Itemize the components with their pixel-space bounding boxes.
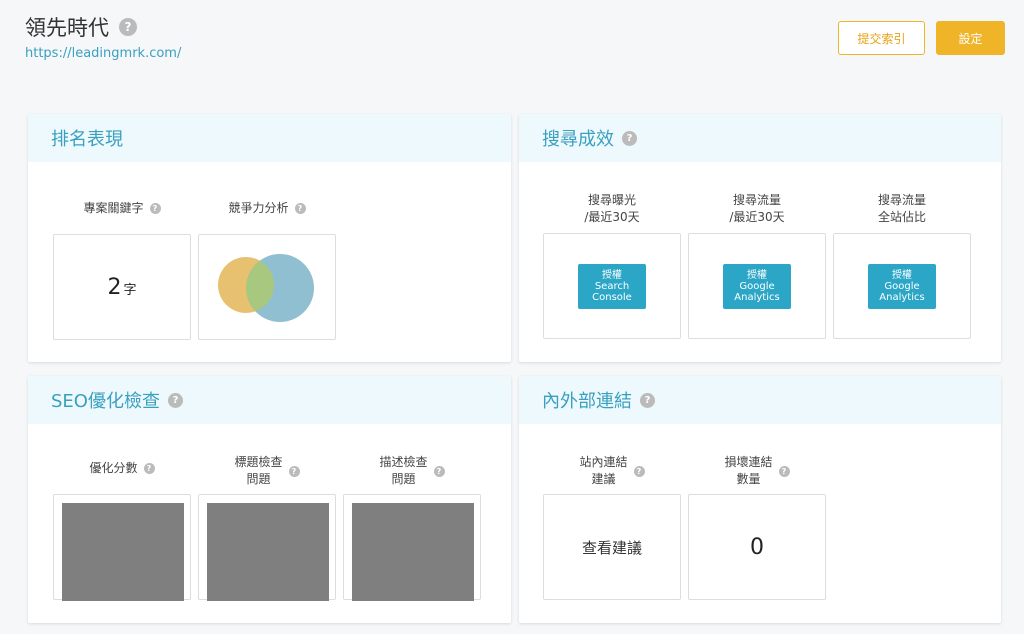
button-line: Search [594, 280, 630, 292]
seo-card: SEO優化檢查 ? 優化分數 ? 標題檢查問題 ? 描述檢查問題 ? [28, 376, 511, 623]
label-line: 搜尋流量 [877, 193, 926, 207]
help-icon[interactable]: ? [149, 203, 161, 214]
seo-card-header: SEO優化檢查 ? [28, 376, 511, 424]
help-icon[interactable]: ? [119, 18, 137, 36]
seo-score-placeholder [62, 503, 184, 601]
button-line: Analytics [734, 291, 780, 303]
label-line: 全站佔比 [877, 210, 926, 224]
authorize-search-console-button[interactable]: 授權 Search Console [578, 263, 646, 309]
keywords-unit: 字 [123, 282, 137, 298]
title-check-label: 標題檢查問題 ? [198, 454, 336, 488]
label-line: 損壞連結 [724, 455, 773, 469]
search-traffic-share-label: 搜尋流量 全站佔比 [833, 192, 971, 226]
search-traffic-share-box: 授權 Google Analytics [833, 233, 971, 339]
keywords-box[interactable]: 2字 [53, 234, 191, 340]
links-card: 內外部連結 ? 站內連結建議 ? 查看建議 損壞連結數量 ? 0 [519, 376, 1001, 623]
submit-index-button[interactable]: 提交索引 [838, 21, 925, 55]
help-icon[interactable]: ? [778, 465, 790, 477]
links-card-title: 內外部連結 [542, 391, 632, 412]
button-line: Analytics [879, 291, 925, 303]
venn-diagram [218, 254, 314, 322]
links-card-header: 內外部連結 ? [519, 376, 1001, 424]
label-line: 問題 [246, 472, 271, 486]
help-icon[interactable]: ? [167, 392, 183, 408]
site-title-text: 領先時代 [25, 16, 109, 40]
ranking-card: 排名表現 專案關鍵字 ? 2字 競爭力分析 ? [28, 114, 511, 362]
broken-links-count: 0 [750, 534, 764, 560]
label-line: 建議 [591, 472, 616, 486]
button-line: Google [884, 280, 920, 292]
search-card-header: 搜尋成效 ? [519, 114, 1001, 162]
search-traffic-label: 搜尋流量/最近30天 [688, 192, 826, 226]
search-card: 搜尋成效 ? 搜尋曝光/最近30天 授權 Search Console 搜尋流量/最… [519, 114, 1001, 362]
keywords-count: 2字 [107, 275, 136, 300]
view-suggestions-link[interactable]: 查看建議 [582, 537, 642, 558]
help-icon[interactable]: ? [288, 465, 300, 477]
label-line: /最近30天 [729, 210, 785, 224]
competition-label: 競爭力分析 ? [198, 200, 336, 217]
label-line: 描述檢查 [379, 455, 428, 469]
internal-links-label: 站內連結建議 ? [543, 454, 681, 488]
label-line: 標題檢查 [234, 455, 283, 469]
keywords-label: 專案關鍵字 ? [53, 200, 191, 217]
authorize-google-analytics-button[interactable]: 授權 Google Analytics [723, 263, 791, 309]
desc-check-box[interactable] [343, 494, 481, 601]
help-icon[interactable]: ? [433, 465, 445, 477]
desc-check-label: 描述檢查問題 ? [343, 454, 481, 488]
competition-box[interactable] [198, 234, 336, 340]
authorize-google-analytics-button[interactable]: 授權 Google Analytics [868, 263, 936, 309]
help-icon[interactable]: ? [143, 463, 155, 474]
seo-score-label-text: 優化分數 [89, 461, 138, 475]
site-title: 領先時代 ? [25, 12, 137, 42]
search-impressions-box: 授權 Search Console [543, 233, 681, 339]
label-line: 問題 [391, 472, 416, 486]
broken-links-box[interactable]: 0 [688, 494, 826, 600]
help-icon[interactable]: ? [640, 392, 655, 408]
label-line: 搜尋曝光 [587, 193, 636, 207]
button-line: 授權 [601, 269, 622, 281]
keywords-value: 2 [107, 274, 122, 300]
keywords-label-text: 專案關鍵字 [83, 201, 144, 215]
help-icon[interactable]: ? [633, 465, 645, 477]
seo-card-title: SEO優化檢查 [51, 391, 160, 412]
label-line: 搜尋流量 [732, 193, 781, 207]
button-line: 授權 [746, 269, 767, 281]
internal-links-box[interactable]: 查看建議 [543, 494, 681, 600]
competition-label-text: 競爭力分析 [228, 201, 289, 215]
search-card-title: 搜尋成效 [542, 129, 614, 150]
ranking-card-title: 排名表現 [51, 129, 123, 150]
help-icon[interactable]: ? [622, 130, 637, 146]
search-traffic-box: 授權 Google Analytics [688, 233, 826, 339]
seo-score-box[interactable] [53, 494, 191, 601]
button-line: Console [592, 291, 632, 303]
label-line: /最近30天 [584, 210, 640, 224]
search-impressions-label: 搜尋曝光/最近30天 [543, 192, 681, 226]
settings-button[interactable]: 設定 [936, 21, 1005, 55]
button-line: Google [739, 280, 775, 292]
help-icon[interactable]: ? [294, 203, 306, 214]
seo-score-label: 優化分數 ? [53, 460, 191, 477]
broken-links-label: 損壞連結數量 ? [688, 454, 826, 488]
ranking-card-header: 排名表現 [28, 114, 511, 162]
title-check-placeholder [207, 503, 329, 601]
label-line: 數量 [736, 472, 761, 486]
label-line: 站內連結 [579, 455, 628, 469]
button-line: 授權 [891, 269, 912, 281]
desc-check-placeholder [352, 503, 474, 601]
site-url-link[interactable]: https://leadingmrk.com/ [25, 46, 181, 61]
title-check-box[interactable] [198, 494, 336, 601]
